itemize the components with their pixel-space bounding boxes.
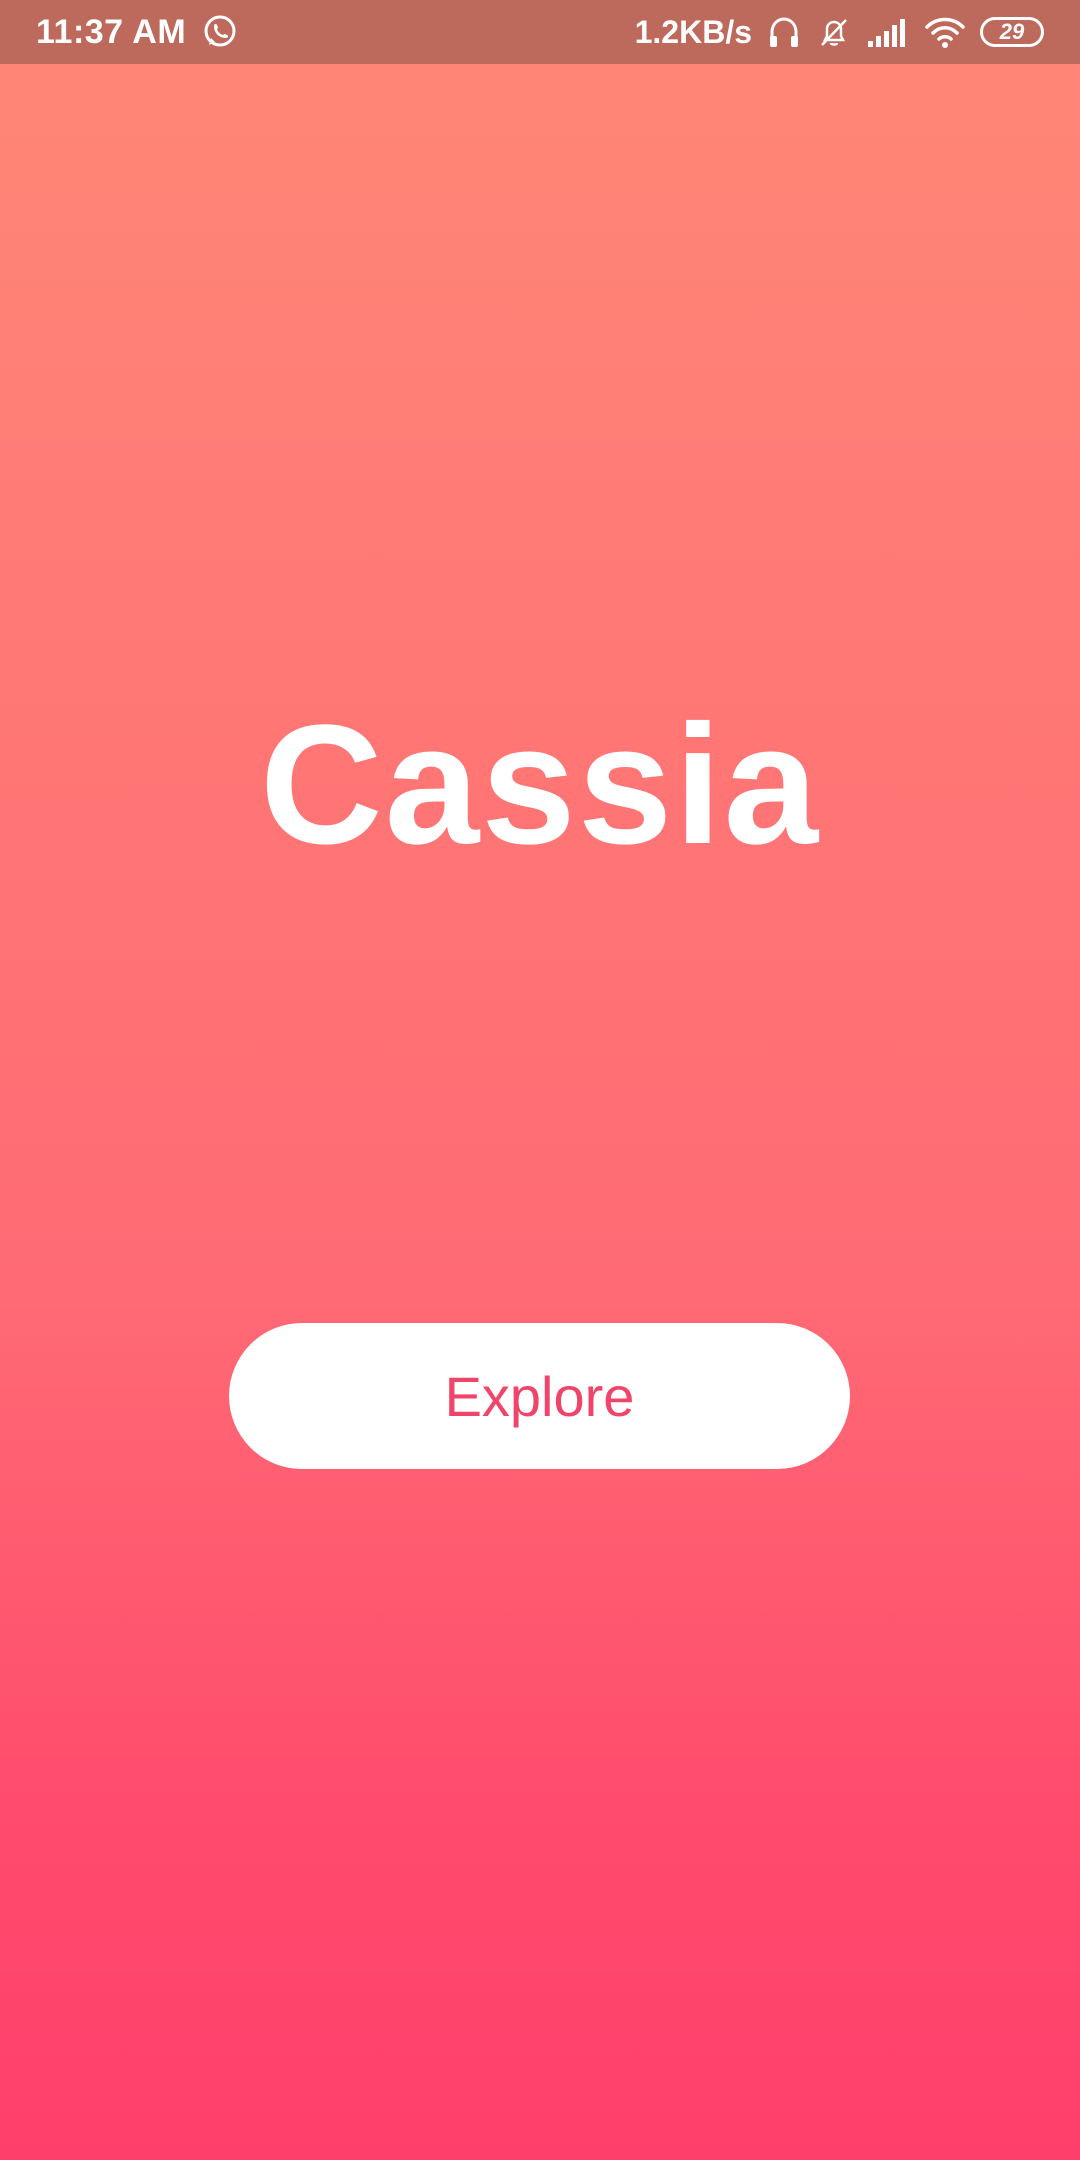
splash-screen: 11:37 AM 1.2KB/s 29 Cassia Explore xyxy=(0,0,1080,2160)
wifi-icon xyxy=(924,15,966,49)
bell-off-icon xyxy=(816,14,852,50)
network-speed: 1.2KB/s xyxy=(634,13,752,50)
explore-button[interactable]: Explore xyxy=(229,1323,850,1469)
status-right: 1.2KB/s 29 xyxy=(635,14,1044,51)
signal-icon xyxy=(866,15,910,49)
status-bar: 11:37 AM 1.2KB/s 29 xyxy=(0,0,1080,64)
headphones-icon xyxy=(766,14,802,50)
app-title: Cassia xyxy=(259,690,821,880)
battery-icon: 29 xyxy=(980,17,1044,47)
status-time: 11:37 AM xyxy=(36,12,187,51)
whatsapp-icon xyxy=(202,14,238,50)
status-left: 11:37 AM xyxy=(36,13,238,52)
